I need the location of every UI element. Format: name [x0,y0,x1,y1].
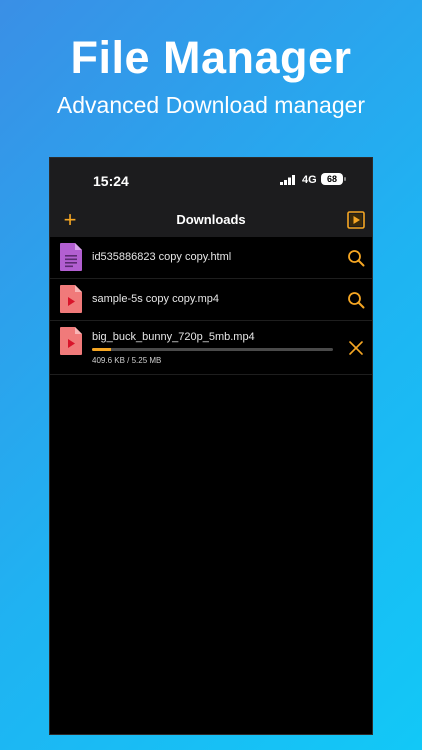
video-file-icon [60,285,82,313]
video-file-icon [60,327,82,355]
nav-bar: + Downloads [50,204,372,237]
download-progress-text: 409.6 KB / 5.25 MB [92,356,162,365]
status-bar: 15:24 4G 68 [50,158,372,204]
html-file-icon [60,243,82,271]
status-time: 15:24 [93,173,129,189]
list-item[interactable]: big_buck_bunny_720p_5mb.mp4 409.6 KB / 5… [50,321,372,375]
battery-tip [344,177,346,181]
network-type: 4G [302,174,317,186]
file-name: sample-5s copy copy.mp4 [92,293,219,305]
downloads-list: id535886823 copy copy.html sample-5s cop… [50,237,372,375]
signal-icon [280,175,295,185]
file-name: id535886823 copy copy.html [92,251,232,263]
hero-title: File Manager [70,32,352,83]
search-icon[interactable] [347,249,365,267]
phone-screen: 15:24 4G 68 + Downloads id535886823 copy… [49,157,373,735]
hero-subtitle: Advanced Download manager [56,92,366,118]
list-item[interactable]: id535886823 copy copy.html [50,237,372,279]
file-name: big_buck_bunny_720p_5mb.mp4 [92,331,255,343]
list-item[interactable]: sample-5s copy copy.mp4 [50,279,372,321]
search-icon[interactable] [347,291,365,309]
download-progress-bar [92,348,333,351]
close-icon[interactable] [347,339,365,357]
download-progress-fill [92,348,111,351]
play-square-icon[interactable] [347,211,365,229]
battery-icon: 68 [321,173,343,185]
page-title: Downloads [176,212,246,227]
